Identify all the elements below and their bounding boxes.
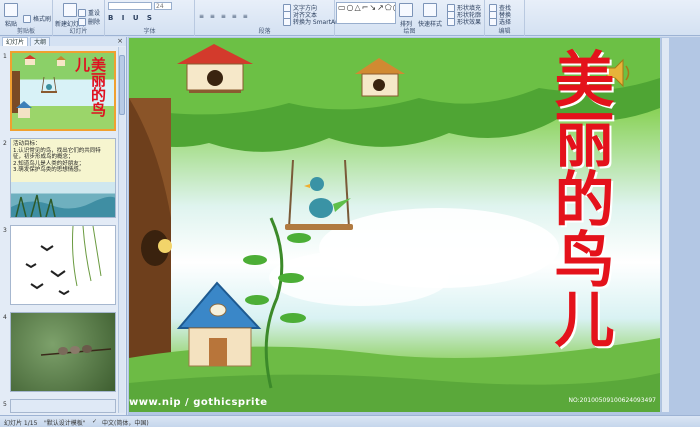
slide-number: 1 — [3, 53, 7, 60]
slide-thumbnail-3[interactable] — [10, 225, 116, 305]
panel-tabs: 幻灯片 大纲 — [0, 37, 126, 46]
theme-name[interactable]: "默认设计模板" — [44, 418, 86, 427]
reset-icon — [78, 8, 86, 17]
ribbon-group-clipboard: 粘贴 格式刷 剪贴板 — [0, 0, 53, 36]
tab-slides[interactable]: 幻灯片 — [2, 37, 29, 46]
ribbon-group-drawing: ▭○△⌐↘↗⬠◯☆⌒ 排列 快速样式 形状填充 形状轮廓 形状效果 绘图 — [335, 0, 485, 36]
slide-scrollbar[interactable] — [661, 38, 669, 412]
shape-effects-button[interactable]: 形状效果 — [447, 17, 481, 26]
slide-title[interactable]: 美丽的鸟儿 — [505, 48, 615, 348]
arrange-icon — [399, 3, 413, 17]
panel-scrollbar[interactable] — [118, 47, 125, 413]
smartart-icon — [283, 17, 291, 26]
alignment-buttons[interactable]: ≡ ≡ ≡ ≡ ≡ — [199, 13, 250, 20]
delete-icon — [78, 17, 86, 26]
current-slide[interactable]: 美丽的鸟儿 www.nip / gothicsprite NO:20100509… — [129, 38, 660, 412]
font-name-combo[interactable] — [108, 2, 152, 10]
slide-thumbnail-4[interactable] — [10, 312, 116, 392]
effects-icon — [447, 17, 455, 26]
new-slide-icon — [63, 3, 77, 17]
slide-thumbnail-2[interactable]: 活动目标： 1.认识常见的鸟，找出它们的共同特征，初步形成鸟的概念； 2.知道鸟… — [10, 138, 116, 218]
ribbon-group-slides: 新建幻灯片 重设 删除 幻灯片 — [53, 0, 105, 36]
quick-styles-button[interactable]: 快速样式 — [418, 3, 442, 28]
select-button[interactable]: 选择 — [489, 17, 511, 26]
tab-outline[interactable]: 大纲 — [30, 37, 51, 46]
group-label-slides: 幻灯片 — [69, 28, 88, 35]
slide-number: 3 — [3, 227, 7, 234]
slide-thumbnail-1[interactable]: 美丽的鸟儿 — [10, 51, 116, 131]
group-label-paragraph: 段落 — [258, 28, 271, 35]
ribbon-group-paragraph: 文字方向 对齐文本 转换为 SmartArt ≡ ≡ ≡ ≡ ≡ 段落 — [195, 0, 340, 36]
spellcheck-icon[interactable]: ✓ — [92, 418, 97, 425]
thumbnail-scene — [25, 226, 102, 296]
smartart-button[interactable]: 转换为 SmartArt — [283, 17, 340, 26]
paste-icon — [4, 3, 18, 17]
shapes-gallery[interactable]: ▭○△⌐↘↗⬠◯☆⌒ — [336, 2, 396, 24]
font-size-combo[interactable]: 24 — [154, 2, 172, 10]
thumbnail-title: 美丽的鸟儿 — [73, 57, 107, 117]
slide-number: 4 — [3, 314, 7, 321]
slide-number: 5 — [3, 401, 7, 408]
quick-styles-icon — [423, 3, 437, 17]
slide-counter: 幻灯片 1/15 — [4, 420, 38, 427]
slide-number: 2 — [3, 140, 7, 147]
arrange-button[interactable]: 排列 — [399, 3, 413, 28]
language-indicator[interactable]: 中文(简体，中国) — [102, 418, 149, 427]
watermark-left: www.nip / gothicsprite — [129, 397, 268, 408]
thumbnail-scene — [11, 194, 115, 217]
group-label-font: 字体 — [143, 28, 156, 35]
brush-icon — [23, 14, 31, 23]
status-bar: 幻灯片 1/15 "默认设计模板" ✓ 中文(简体，中国) — [0, 415, 700, 427]
slides-panel: 幻灯片 大纲 × 1 美丽的鸟儿 2 活动目标： 1.认识常见的鸟，找出它们的共… — [0, 37, 127, 415]
select-icon — [489, 17, 497, 26]
close-icon[interactable]: × — [117, 37, 123, 45]
group-label-drawing: 绘图 — [403, 28, 416, 35]
delete-button[interactable]: 删除 — [78, 17, 100, 26]
scroll-thumb[interactable] — [119, 55, 125, 115]
ribbon-group-font: 24 B I U S 字体 — [105, 0, 195, 36]
watermark-right: NO:20100509100624093497 — [568, 397, 656, 404]
ribbon-group-editing: 查找 替换 选择 编辑 — [485, 0, 525, 36]
slide-thumbnail-5[interactable] — [10, 399, 116, 413]
ribbon: 粘贴 格式刷 剪贴板 新建幻灯片 重设 删除 幻灯片 24 B I U S 字体 — [0, 0, 700, 36]
reset-button[interactable]: 重设 — [78, 8, 100, 17]
group-label-editing: 编辑 — [498, 28, 511, 35]
paste-button[interactable]: 粘贴 — [4, 3, 18, 28]
font-format-buttons[interactable]: B I U S — [108, 14, 155, 22]
format-painter-button[interactable]: 格式刷 — [23, 14, 51, 23]
group-label-clipboard: 剪贴板 — [16, 28, 35, 35]
thumbnail-scene — [40, 345, 112, 356]
